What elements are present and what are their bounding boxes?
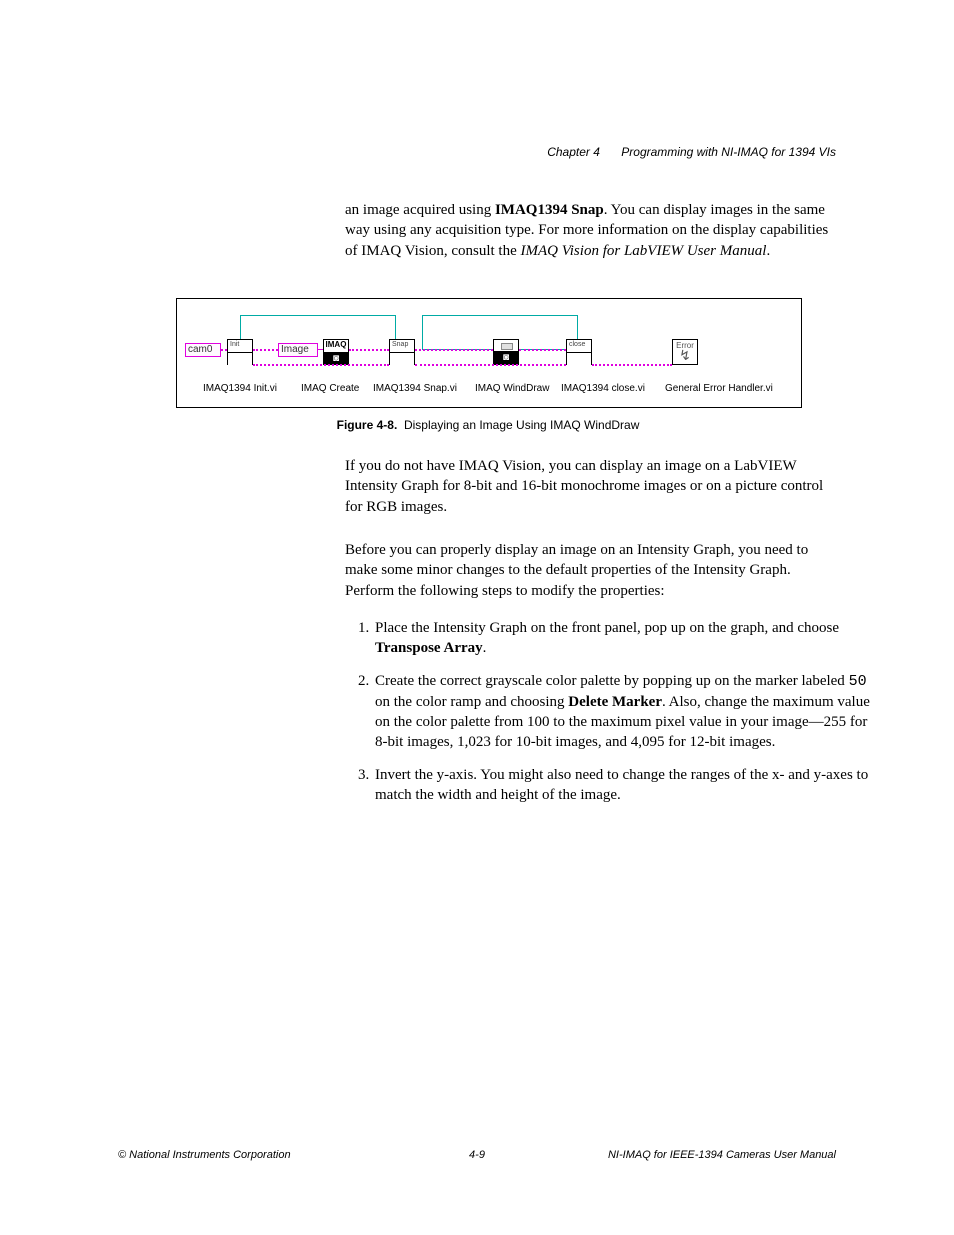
label-init: IMAQ1394 Init.vi xyxy=(203,383,277,394)
wire-horiz xyxy=(240,315,395,316)
wire-dotted xyxy=(415,349,493,351)
step1-a: Place the Intensity Graph on the front p… xyxy=(375,620,839,636)
wire-dotted xyxy=(349,349,389,351)
wire-dotted xyxy=(415,364,566,366)
figure-caption: Figure 4-8. Displaying an Image Using IM… xyxy=(176,418,800,432)
camera-icon: ◙ xyxy=(333,353,339,364)
wire-dotted xyxy=(519,349,566,351)
footer-manual: NI-IMAQ for IEEE-1394 Cameras User Manua… xyxy=(608,1149,836,1161)
image-constant: Image xyxy=(278,343,318,357)
paragraph-3: Before you can properly display an image… xyxy=(345,540,842,601)
step2-code: 50 xyxy=(849,673,867,690)
steps-list: Place the Intensity Graph on the front p… xyxy=(345,618,870,817)
chapter-number: Chapter 4 xyxy=(547,145,600,159)
node-label: Snap xyxy=(390,340,414,352)
wire-vert xyxy=(422,315,423,349)
figure-labels-row: IMAQ1394 Init.vi IMAQ Create IMAQ1394 Sn… xyxy=(185,383,791,401)
wire-dotted xyxy=(592,364,672,366)
step2-a: Create the correct grayscale color palet… xyxy=(375,673,849,689)
lightning-icon: ↯ xyxy=(679,347,691,363)
figure-caption-text: Displaying an Image Using IMAQ WindDraw xyxy=(404,418,639,432)
label-snap: IMAQ1394 Snap.vi xyxy=(373,383,457,394)
camera-icon: ◙ xyxy=(503,352,509,363)
paragraph-1: an image acquired using IMAQ1394 Snap. Y… xyxy=(345,200,842,261)
label-winddraw: IMAQ WindDraw xyxy=(475,383,549,394)
paragraph-2: If you do not have IMAQ Vision, you can … xyxy=(345,456,842,517)
step2-b: on the color ramp and choosing xyxy=(375,694,568,710)
node-label: IMAQ xyxy=(324,340,348,352)
figure-4-8-box: cam0 Init Image IMAQ ◙ Snap xyxy=(176,298,802,408)
figure-caption-num: Figure 4-8. xyxy=(337,418,398,432)
wire-dotted xyxy=(253,349,278,351)
p1-t3: . xyxy=(766,243,770,259)
general-error-handler-node: Error ↯ xyxy=(672,339,698,365)
step-2: Create the correct grayscale color palet… xyxy=(373,671,870,753)
wire-dotted xyxy=(253,364,389,366)
chapter-title: Programming with NI-IMAQ for 1394 VIs xyxy=(621,145,836,159)
step-1: Place the Intensity Graph on the front p… xyxy=(373,618,870,659)
image-glyph xyxy=(501,343,513,350)
step2-bold: Delete Marker xyxy=(568,694,662,710)
step-3: Invert the y-axis. You might also need t… xyxy=(373,765,870,806)
label-close: IMAQ1394 close.vi xyxy=(561,383,645,394)
p1-i1: IMAQ Vision for LabVIEW User Manual xyxy=(520,243,766,259)
step1-c: . xyxy=(483,640,487,656)
p1-b1: IMAQ1394 Snap xyxy=(495,202,604,218)
imaq1394-snap-node: Snap xyxy=(389,339,415,365)
step1-bold: Transpose Array xyxy=(375,640,483,656)
node-label: close xyxy=(567,340,591,352)
node-label: Init xyxy=(228,340,252,352)
cam0-constant: cam0 xyxy=(185,343,221,357)
label-geh: General Error Handler.vi xyxy=(665,383,773,394)
wire-horiz xyxy=(422,315,577,316)
running-header: Chapter 4 Programming with NI-IMAQ for 1… xyxy=(547,145,836,159)
imaq1394-init-node: Init xyxy=(227,339,253,365)
imaq-create-node: IMAQ ◙ xyxy=(323,339,349,365)
p1-t1: an image acquired using xyxy=(345,202,495,218)
imaq1394-close-node: close xyxy=(566,339,592,365)
label-create: IMAQ Create xyxy=(301,383,359,394)
imaq-winddraw-node: ◙ xyxy=(493,339,519,365)
page-footer: © National Instruments Corporation 4-9 N… xyxy=(118,1149,836,1165)
